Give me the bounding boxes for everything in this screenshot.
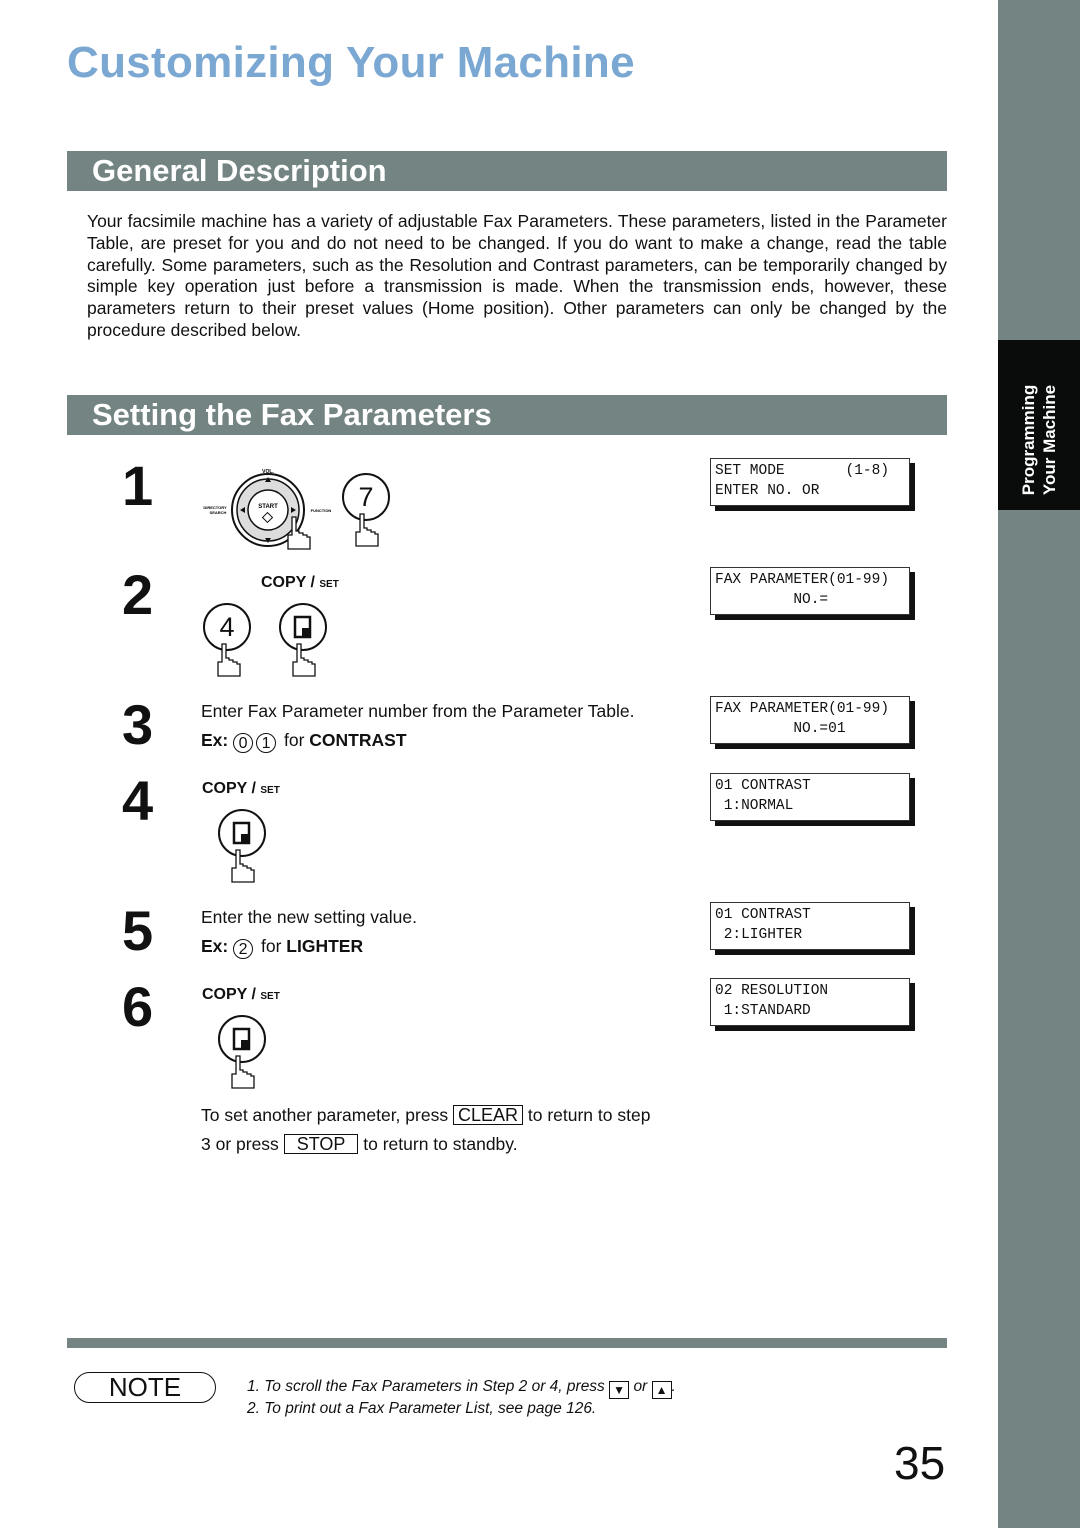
step-number: 5 (122, 899, 154, 962)
step-number: 1 (122, 454, 154, 517)
up-arrow-key-icon: ▲ (651, 1381, 672, 1399)
start-key-label: START (258, 504, 278, 510)
general-description-text: Your facsimile machine has a variety of … (87, 211, 947, 340)
pointing-hand-icon (214, 642, 244, 682)
lcd-display: 01 CONTRAST 1:NORMAL (710, 773, 910, 821)
step5-example: Ex: 2 for LIGHTER (201, 936, 364, 959)
function-label: FUNCTION (311, 508, 332, 513)
pointing-hand-icon (352, 512, 382, 552)
stop-key[interactable]: STOP (283, 1134, 359, 1154)
copy-set-label: COPY / SET (202, 780, 280, 797)
chapter-tab-line1: Programming (1019, 384, 1038, 496)
down-arrow-key-icon: ▼ (609, 1381, 630, 1399)
key-0-icon: 0 (233, 733, 254, 753)
copy-set-label: COPY / SET (261, 574, 339, 591)
pointing-hand-icon (289, 642, 319, 682)
pointing-hand-icon (284, 515, 314, 555)
copy-icon (232, 1027, 251, 1051)
key-2-icon: 2 (233, 939, 254, 959)
note-item: 2. To print out a Fax Parameter List, se… (247, 1400, 597, 1417)
search-label: SEARCH (210, 510, 227, 515)
copy-set-label: COPY / SET (202, 986, 280, 1003)
chapter-tab-label: Programming Your Machine (1018, 385, 1060, 496)
step5-instruction: Enter the new setting value. (201, 907, 417, 927)
return-instruction-line2: 3 or press STOP to return to standby. (201, 1134, 518, 1154)
step-number: 2 (122, 563, 154, 626)
pointing-hand-icon (228, 1054, 258, 1094)
page-number: 35 (894, 1437, 946, 1489)
copy-icon (293, 615, 312, 639)
vol-label: VOL. (262, 469, 274, 475)
step3-example: Ex: 01 for CONTRAST (201, 730, 407, 753)
lcd-display: 01 CONTRAST 2:LIGHTER (710, 902, 910, 950)
step-number: 3 (122, 693, 154, 756)
lcd-display: FAX PARAMETER(01-99) NO.=01 (710, 696, 910, 744)
section-header-setting: Setting the Fax Parameters (67, 395, 947, 435)
lcd-display: SET MODE (1-8) ENTER NO. OR (710, 458, 910, 506)
step-number: 4 (122, 769, 154, 832)
step3-instruction: Enter Fax Parameter number from the Para… (201, 701, 635, 721)
copy-icon (232, 821, 251, 845)
chapter-tab-line2: Your Machine (1040, 384, 1059, 496)
side-tab-strip (998, 0, 1080, 1528)
step-number: 6 (122, 975, 154, 1038)
note-label: NOTE (74, 1372, 216, 1403)
page-title: Customizing Your Machine (67, 38, 635, 87)
clear-key[interactable]: CLEAR (452, 1105, 523, 1125)
pointing-hand-icon (228, 848, 258, 888)
key-1-icon: 1 (256, 733, 277, 753)
lcd-display: 02 RESOLUTION 1:STANDARD (710, 978, 910, 1026)
section-header-general: General Description (67, 151, 947, 191)
note-separator (67, 1338, 947, 1348)
return-instruction-line1: To set another parameter, press CLEAR to… (201, 1105, 651, 1125)
control-panel-dial: START VOL. DIRECTORY SEARCH FUNCTION (200, 465, 340, 550)
note-item: 1. To scroll the Fax Parameters in Step … (247, 1378, 676, 1399)
lcd-display: FAX PARAMETER(01-99) NO.= (710, 567, 910, 615)
